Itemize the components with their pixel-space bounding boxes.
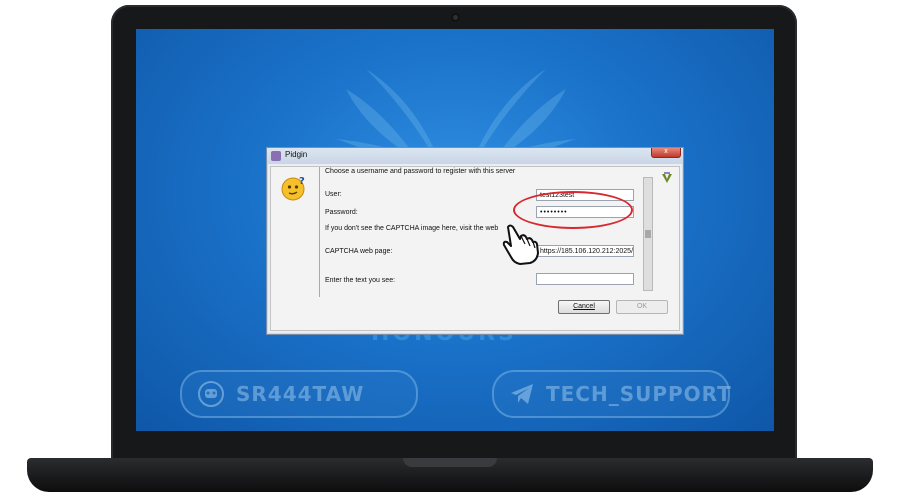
user-label: User:: [325, 191, 342, 198]
captcha-page-input[interactable]: https://185.106.120.212:2025/: [536, 245, 634, 257]
laptop-base-notch: [403, 458, 497, 467]
chat-robot-icon: [196, 379, 226, 409]
laptop-scene: HONOURS SR444TAW TECH_SUPPORT Pidgin x: [0, 0, 900, 500]
password-label: Password:: [325, 209, 358, 216]
dialog-content: ? Choose a username and password to regi…: [270, 166, 680, 331]
svg-text:?: ?: [299, 176, 305, 187]
cancel-label: Cancel: [573, 303, 595, 310]
captcha-page-label: CAPTCHA web page:: [325, 248, 393, 255]
captcha-note: If you don't see the CAPTCHA image here,…: [325, 225, 499, 232]
pidgin-register-dialog: Pidgin x ? Choose a username and passwor…: [266, 147, 684, 335]
pidgin-app-icon: [271, 151, 281, 161]
dialog-titlebar[interactable]: Pidgin x: [267, 148, 683, 164]
enter-text-label: Enter the text you see:: [325, 277, 396, 284]
scrollbar-thumb[interactable]: [645, 230, 651, 238]
form-scrollbar[interactable]: [643, 177, 653, 291]
sr444taw-label: SR444TAW: [236, 382, 365, 406]
cancel-button[interactable]: Cancel: [558, 300, 610, 314]
dialog-title: Pidgin: [285, 150, 308, 159]
sr444taw-badge: SR444TAW: [180, 370, 418, 418]
pidgin-logo-icon: [662, 172, 672, 183]
question-smiley-icon: ?: [281, 176, 305, 201]
close-button[interactable]: x: [651, 148, 681, 158]
registration-form: Choose a username and password to regist…: [319, 167, 650, 297]
desktop-screen: HONOURS SR444TAW TECH_SUPPORT Pidgin x: [136, 29, 774, 431]
ok-button[interactable]: OK: [616, 300, 668, 314]
tech-support-badge: TECH_SUPPORT: [492, 370, 732, 418]
tech-support-label: TECH_SUPPORT: [546, 382, 732, 406]
instructions-text: Choose a username and password to regist…: [325, 168, 516, 175]
webcam: [451, 13, 460, 22]
telegram-icon: [508, 379, 536, 409]
captcha-text-input[interactable]: [536, 273, 634, 285]
hand-pointer-icon: [502, 224, 539, 265]
